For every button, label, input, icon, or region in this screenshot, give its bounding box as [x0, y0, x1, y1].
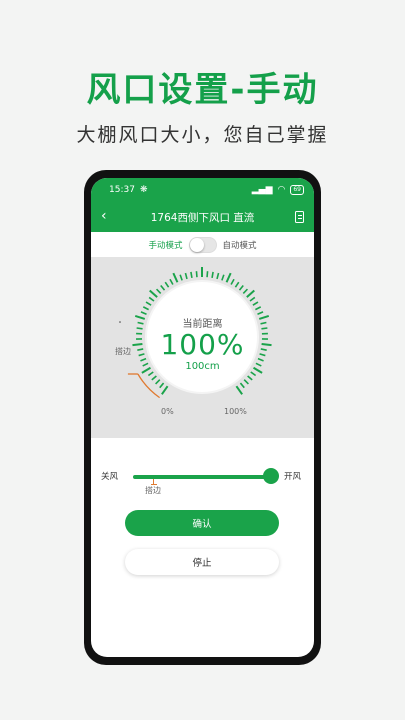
- gauge-tick: [246, 289, 255, 298]
- gauge-tick: [164, 281, 170, 288]
- gauge-marker-label: 搭边: [115, 347, 131, 356]
- gauge-tick: [195, 271, 198, 278]
- gauge-tick: [169, 278, 174, 285]
- battery-icon: 69: [290, 185, 304, 195]
- gauge-tick: [155, 379, 161, 385]
- gauge-tick: [145, 301, 152, 306]
- gauge-min-label: 0%: [161, 407, 174, 416]
- nav-title: 1764西侧下风口 直流: [150, 211, 255, 224]
- gauge-tick: [230, 278, 235, 285]
- gauge-tick: [151, 375, 157, 381]
- gauge-tick: [206, 271, 209, 278]
- settings-icon: ❋: [139, 185, 148, 195]
- wifi-icon: ◠: [277, 185, 286, 195]
- gauge-tick: [184, 272, 188, 280]
- status-bar: 15:37 ❋ ▂▄▆ ◠ 69: [91, 178, 314, 202]
- slider-thumb[interactable]: [263, 468, 279, 484]
- gauge-tick: [247, 375, 253, 381]
- phone-frame: 15:37 ❋ ▂▄▆ ◠ 69 ‹ 1764西侧下风口 直流 手动模式 自动模…: [84, 170, 321, 665]
- gauge-tick: [243, 379, 249, 385]
- status-time: 15:37: [109, 185, 135, 195]
- gauge-tick: [235, 385, 243, 395]
- gauge-tick: [255, 306, 262, 311]
- gauge-max-label: 100%: [224, 407, 247, 416]
- gauge-tick: [238, 284, 244, 291]
- mode-switch-row: 手动模式 自动模式: [91, 232, 314, 257]
- gauge-panel: 当前距离 100% 100cm 0% 100% 搭边: [91, 257, 314, 438]
- promo-subtitle: 大棚风口大小，您自己掌握: [76, 124, 329, 146]
- gauge-tick: [149, 289, 158, 298]
- document-icon[interactable]: [295, 211, 304, 223]
- slider-close-label: 关风: [101, 472, 119, 482]
- slider-open-label: 开风: [284, 472, 302, 482]
- gauge-tick: [211, 271, 214, 278]
- gauge-tick: [159, 382, 165, 389]
- gauge-tick: [179, 274, 183, 281]
- auto-mode-label: 自动模式: [222, 240, 257, 251]
- gauge-tick: [140, 311, 147, 315]
- gauge-tick: [252, 301, 259, 306]
- vent-slider: 关风 开风 搭边: [91, 460, 314, 500]
- gauge-tick: [250, 371, 257, 377]
- stop-button[interactable]: 停止: [125, 549, 279, 575]
- gauge-tick: [160, 284, 166, 291]
- gauge-tick: [190, 271, 193, 278]
- mode-toggle[interactable]: [188, 236, 217, 253]
- gauge-tick: [148, 296, 155, 302]
- gauge-tick: [172, 272, 179, 283]
- nav-bar: ‹ 1764西侧下风口 直流: [91, 202, 314, 232]
- manual-mode-label: 手动模式: [148, 240, 183, 251]
- slider-marker-label: 搭边: [145, 486, 161, 495]
- gauge-tick: [239, 382, 245, 389]
- phone-screen: 15:37 ❋ ▂▄▆ ◠ 69 ‹ 1764西侧下风口 直流 手动模式 自动模…: [91, 178, 314, 657]
- gauge-distance-value: 100cm: [185, 361, 220, 372]
- gauge-tick: [225, 272, 232, 283]
- gauge-tick: [257, 311, 264, 315]
- gauge-tick: [155, 288, 162, 295]
- confirm-button[interactable]: 确认: [125, 510, 279, 536]
- promo-title: 风口设置-手动: [86, 70, 319, 110]
- signal-icon: ▂▄▆: [251, 185, 273, 195]
- back-icon[interactable]: ‹: [101, 208, 107, 224]
- gauge-tick: [242, 288, 249, 295]
- gauge-tick: [147, 371, 154, 377]
- gauge-tick: [249, 296, 256, 302]
- gauge-tick: [161, 385, 169, 395]
- gauge-tick: [221, 274, 225, 281]
- mode-toggle-knob: [189, 237, 204, 252]
- gauge-tick: [234, 281, 240, 288]
- gauge-tick: [142, 306, 149, 311]
- gauge-marker-arc: [137, 373, 160, 399]
- gauge-tick: [216, 272, 220, 280]
